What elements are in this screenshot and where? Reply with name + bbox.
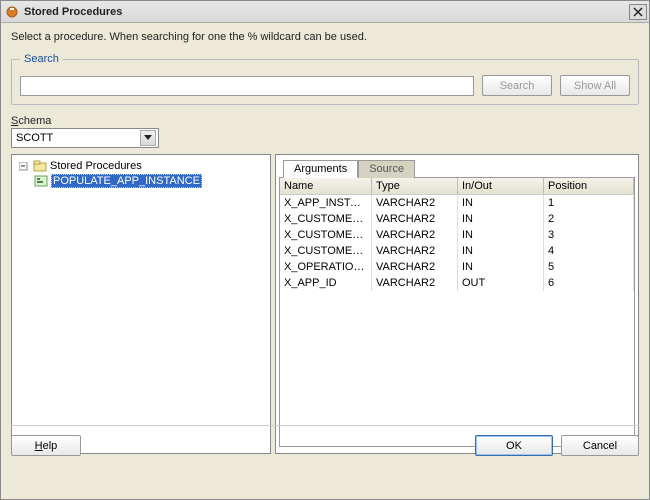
details-panel: Arguments Source Name Type In/Out Positi… [275,154,639,454]
grid-body: X_APP_INSTAN... VARCHAR2 IN 1 X_CUSTOMER… [280,195,634,446]
tree-collapse-icon [16,160,30,172]
col-type[interactable]: Type [372,178,458,194]
tree-root-label: Stored Procedures [50,160,142,172]
tab-bar: Arguments Source [279,159,635,177]
tree-item-label: POPULATE_APP_INSTANCE [51,174,202,188]
search-button[interactable]: Search [482,75,552,96]
table-row[interactable]: X_APP_INSTAN... VARCHAR2 IN 1 [280,195,634,211]
tree-item[interactable]: POPULATE_APP_INSTANCE [32,173,268,189]
col-inout[interactable]: In/Out [458,178,544,194]
arguments-grid: Name Type In/Out Position X_APP_INSTAN..… [279,177,635,447]
showall-button[interactable]: Show All [560,75,630,96]
tab-arguments[interactable]: Arguments [283,160,358,178]
table-row[interactable]: X_CUSTOMER_... VARCHAR2 IN 3 [280,227,634,243]
procedure-icon [34,175,48,187]
schema-value: SCOTT [16,132,140,144]
table-row[interactable]: X_CUSTOMER_ID VARCHAR2 IN 2 [280,211,634,227]
footer: Help OK Cancel [11,425,639,459]
tab-source[interactable]: Source [358,160,415,178]
table-row[interactable]: X_CUSTOMER_... VARCHAR2 IN 4 [280,243,634,259]
window-title: Stored Procedures [24,6,122,18]
cancel-button[interactable]: Cancel [561,435,639,456]
col-position[interactable]: Position [544,178,634,194]
table-row[interactable]: X_OPERATION... VARCHAR2 IN 5 [280,259,634,275]
search-input[interactable] [20,76,474,96]
col-name[interactable]: Name [280,178,372,194]
close-button[interactable] [629,4,647,20]
search-group: Search Search Show All [11,53,639,105]
table-row[interactable]: X_APP_ID VARCHAR2 OUT 6 [280,275,634,291]
tree-panel: Stored Procedures POPULATE_APP_INSTANCE [11,154,271,454]
help-button[interactable]: Help [11,435,81,456]
dropdown-arrow-icon [140,130,156,146]
instruction-text: Select a procedure. When searching for o… [11,31,639,43]
grid-header: Name Type In/Out Position [280,178,634,195]
ok-button[interactable]: OK [475,435,553,456]
titlebar: Stored Procedures [1,1,649,23]
search-legend: Search [20,53,63,65]
schema-select[interactable]: SCOTT [11,128,159,148]
folder-icon [33,160,47,172]
tree-root[interactable]: Stored Procedures [14,159,268,173]
app-icon [5,5,19,19]
schema-label: Schema [11,115,639,127]
